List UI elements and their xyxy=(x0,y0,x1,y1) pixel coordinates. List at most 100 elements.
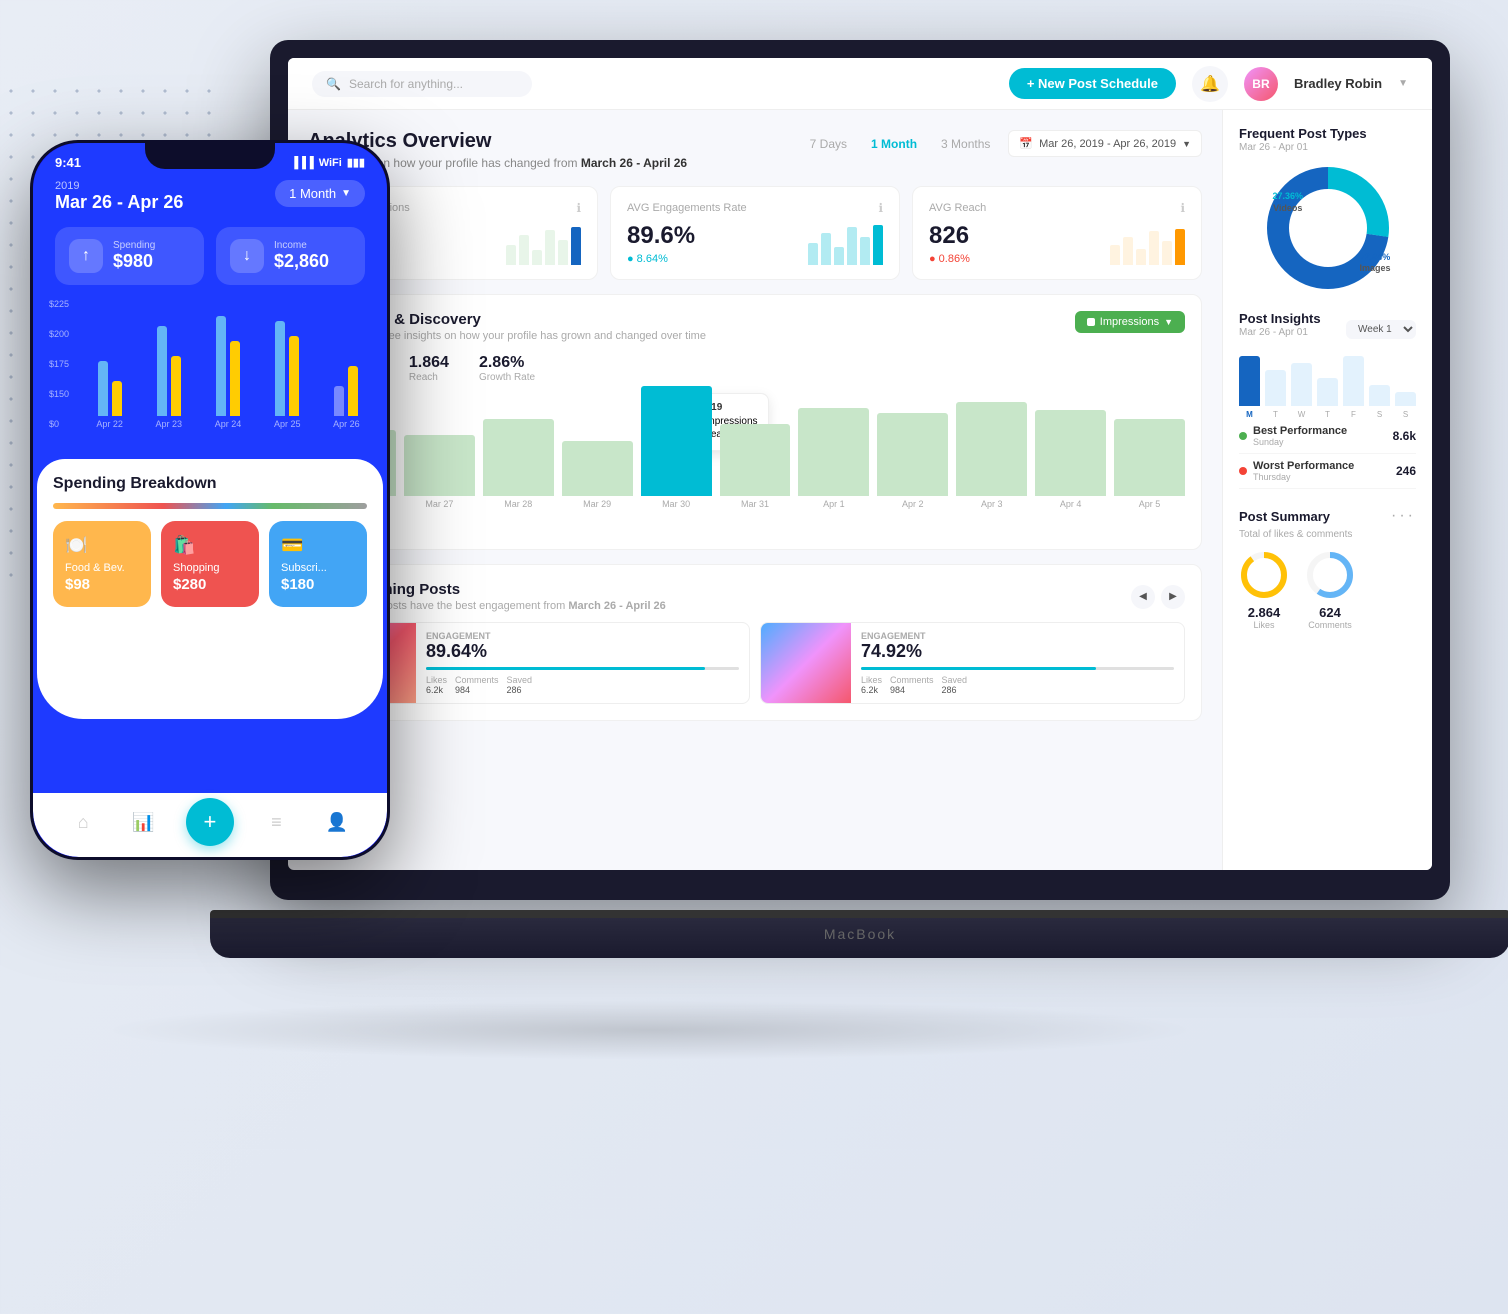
prev-post-arrow[interactable]: ◀ xyxy=(1131,585,1155,609)
chart-bar-group: Mar 29 xyxy=(562,441,633,509)
phone-screen: 9:41 ▐▐▐ WiFi ▮▮▮ 2019 Mar 26 - Apr 26 1… xyxy=(33,143,387,857)
donut-images-label: 72.64% Images xyxy=(1359,252,1390,275)
donut-chart: 27.36% Videos 72.64% Images xyxy=(1263,163,1393,293)
period-1month[interactable]: 1 Month xyxy=(865,133,923,155)
chart-bar-group: Apr 4 xyxy=(1035,410,1106,509)
info-icon-2: ℹ xyxy=(878,201,883,215)
notification-icon[interactable]: 🔔 xyxy=(1192,66,1228,102)
chart-bar-group: Apr 2 xyxy=(877,413,948,509)
chart-bar-group: Mar 31 xyxy=(720,424,791,509)
phone-nav-home[interactable]: ⌂ xyxy=(65,804,101,840)
top-navbar: 🔍 Search for anything... + New Post Sche… xyxy=(288,58,1432,110)
performing-posts-section: r Performing Posts ee which 4 posts have… xyxy=(308,564,1202,721)
worst-perf-value: 246 xyxy=(1396,464,1416,478)
phone-year: 2019 xyxy=(55,180,183,192)
phone-period-button[interactable]: 1 Month ▼ xyxy=(275,180,365,207)
laptop-bezel: 🔍 Search for anything... + New Post Sche… xyxy=(270,40,1450,900)
post1-meta: Likes6.2k Comments984 Saved286 xyxy=(426,675,739,695)
post-card-2: ENGAGEMENT 74.92% Likes6.2k Comments984 … xyxy=(760,622,1185,704)
chart-bar-group: Mar 27 xyxy=(404,435,475,509)
donut-videos-label: 27.36% Videos xyxy=(1273,191,1304,214)
summary-charts: 2.864 Likes 624 Comments xyxy=(1239,550,1416,630)
post-insights: Post Insights Mar 26 - Apr 01 Week 1 xyxy=(1239,311,1416,489)
phone-nav: ⌂ 📊 + ≡ 👤 xyxy=(33,793,387,857)
phone-device: 9:41 ▐▐▐ WiFi ▮▮▮ 2019 Mar 26 - Apr 26 1… xyxy=(30,140,390,860)
spending-card: ↑ Spending $980 xyxy=(55,227,204,285)
post2-engagement: 74.92% xyxy=(861,641,1174,662)
income-value: $2,860 xyxy=(274,251,329,272)
period-3months[interactable]: 3 Months xyxy=(935,133,996,155)
laptop-base xyxy=(210,918,1508,958)
income-card: ↓ Income $2,860 xyxy=(216,227,365,285)
avatar: BR xyxy=(1244,67,1278,101)
post-summary: Post Summary ··· Total of likes & commen… xyxy=(1239,507,1416,630)
phone-nav-add[interactable]: + xyxy=(186,798,234,846)
chart-bar-group: Mar 30 xyxy=(641,386,712,509)
chart-bar-group: Apr 5 xyxy=(1114,419,1185,509)
impressions-filter-button[interactable]: Impressions ▼ xyxy=(1075,311,1185,333)
growth-stat-reach: 1.864 Reach xyxy=(409,354,449,383)
week-select[interactable]: Week 1 xyxy=(1346,320,1416,339)
spending-icon: ↑ xyxy=(69,239,103,273)
wifi-icon: WiFi xyxy=(319,157,342,169)
stats-row: AVG Impressions ℹ …648 ▲4% xyxy=(308,186,1202,280)
post2-meta: Likes6.2k Comments984 Saved286 xyxy=(861,675,1174,695)
main-content: Analytics Overview See insights on how y… xyxy=(288,110,1432,870)
user-dropdown-icon[interactable]: ▼ xyxy=(1398,78,1408,89)
growth-stats: 2.648 Impressions 1.864 Reach 2.86% Grow… xyxy=(325,354,1185,383)
phone-header: 2019 Mar 26 - Apr 26 1 Month ▼ xyxy=(33,170,387,227)
phone-nav-chart[interactable]: 📊 xyxy=(126,804,162,840)
signal-icon: ▐▐▐ xyxy=(290,157,313,169)
food-icon: 🍽️ xyxy=(65,535,139,556)
right-sidebar: Frequent Post Types Mar 26 - Apr 01 xyxy=(1222,110,1432,870)
post-nav-arrows: ◀ ▶ xyxy=(1131,585,1185,609)
week-bars xyxy=(1239,356,1416,406)
comments-summary: 624 Comments xyxy=(1305,550,1355,630)
impressions-mini-chart xyxy=(506,225,581,265)
subscription-icon: 💳 xyxy=(281,535,355,556)
search-bar[interactable]: 🔍 Search for anything... xyxy=(312,71,532,97)
post1-engagement: 89.64% xyxy=(426,641,739,662)
phone-bottom-area: Spending Breakdown 🍽️ Food & Bev. $98 🛍️… xyxy=(37,459,383,719)
period-7days[interactable]: 7 Days xyxy=(804,133,853,155)
stat-card-reach: AVG Reach ℹ 826 ●0.86% xyxy=(912,186,1202,280)
phone-nav-profile[interactable]: 👤 xyxy=(319,804,355,840)
phone-chart-bars: Apr 22 Apr 23 Apr 24 xyxy=(49,299,371,429)
best-performance-row: Best Performance Sunday 8.6k xyxy=(1239,419,1416,454)
phone-chart-y-labels: $225 $200 $175 $150 $0 xyxy=(49,299,69,429)
chart-bar-group: Mar 28 xyxy=(483,419,554,509)
date-controls: 7 Days 1 Month 3 Months 📅 Mar 26, 2019 -… xyxy=(804,130,1202,157)
growth-stat-rate: 2.86% Growth Rate xyxy=(479,354,535,383)
date-range-button[interactable]: 📅 Mar 26, 2019 - Apr 26, 2019 ▼ xyxy=(1008,130,1202,157)
next-post-arrow[interactable]: ▶ xyxy=(1161,585,1185,609)
engagement-mini-chart xyxy=(808,225,883,265)
summary-more-icon[interactable]: ··· xyxy=(1391,507,1416,525)
content-area: Analytics Overview See insights on how y… xyxy=(288,110,1222,870)
growth-chart: Mar 30, 2019 2.086 Impressions 1.984 Rea… xyxy=(325,393,1185,533)
calendar-icon: 📅 xyxy=(1019,137,1033,150)
phone-chart: $225 $200 $175 $150 $0 Apr 22 xyxy=(33,299,387,459)
income-icon: ↓ xyxy=(230,239,264,273)
reach-change: ●0.86% xyxy=(929,253,970,265)
phone-date-range: Mar 26 - Apr 26 xyxy=(55,192,183,213)
spending-breakdown-title: Spending Breakdown xyxy=(53,475,367,493)
reach-mini-chart xyxy=(1110,225,1185,265)
analytics-header: Analytics Overview See insights on how y… xyxy=(308,130,1202,170)
laptop-screen: 🔍 Search for anything... + New Post Sche… xyxy=(288,58,1432,870)
engagement-value: 89.6% xyxy=(627,223,695,249)
search-input[interactable]: Search for anything... xyxy=(349,77,463,91)
food-category: 🍽️ Food & Bev. $98 xyxy=(53,521,151,607)
phone-notch xyxy=(145,143,275,169)
best-perf-value: 8.6k xyxy=(1393,429,1416,443)
phone-nav-menu[interactable]: ≡ xyxy=(258,804,294,840)
engagement-change: ●8.64% xyxy=(627,253,695,265)
info-icon-3: ℹ xyxy=(1180,201,1185,215)
chart-bar-group: Apr 3 xyxy=(956,402,1027,509)
new-post-button[interactable]: + New Post Schedule xyxy=(1009,68,1176,99)
spending-breakdown-bar xyxy=(53,503,367,509)
subscription-category: 💳 Subscri... $180 xyxy=(269,521,367,607)
laptop-shadow xyxy=(100,1000,1200,1060)
shopping-category: 🛍️ Shopping $280 xyxy=(161,521,259,607)
spending-value: $980 xyxy=(113,251,155,272)
battery-icon: ▮▮▮ xyxy=(347,156,365,169)
